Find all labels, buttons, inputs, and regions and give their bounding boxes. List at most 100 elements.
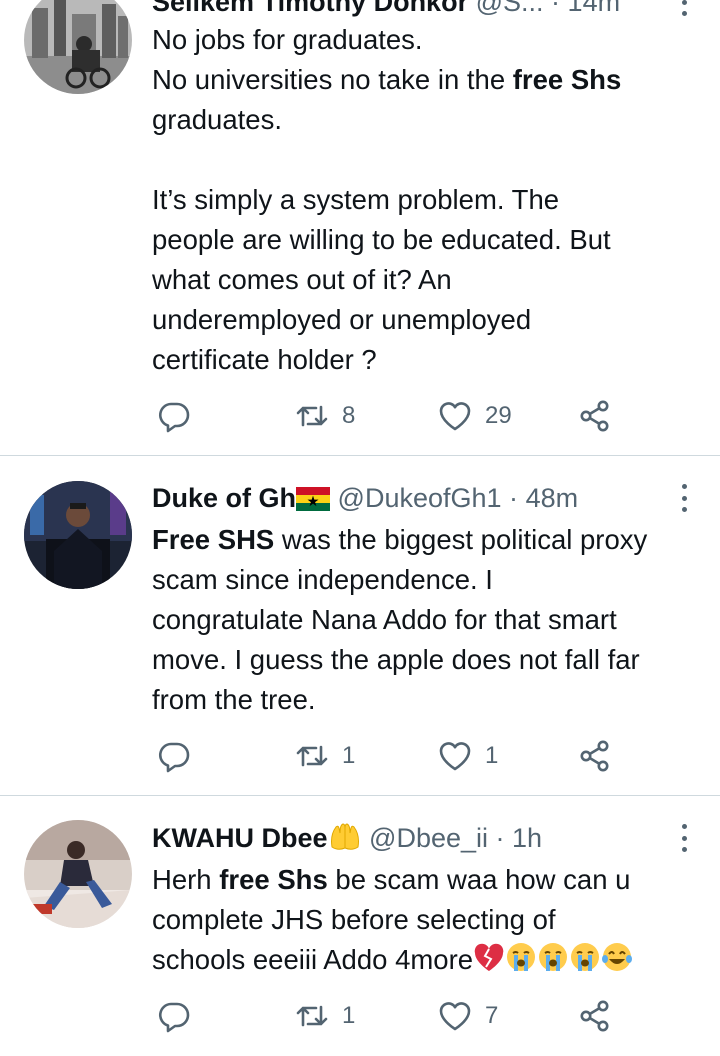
tweet-header: KWAHU Dbee @Dbee_ii · 1h [152, 818, 700, 858]
text-line: Free SHS was the biggest political proxy [152, 520, 702, 560]
more-dot [681, 847, 687, 852]
reply-icon [156, 998, 192, 1034]
more-options-button[interactable] [678, 820, 690, 856]
retweet-button[interactable]: 1 [294, 994, 355, 1038]
display-name[interactable]: Duke of Gh [152, 483, 296, 513]
text-line: No jobs for graduates. [152, 20, 702, 60]
share-button[interactable] [577, 994, 613, 1038]
timestamp[interactable]: 48m [526, 483, 579, 513]
more-vertical-icon [681, 824, 687, 829]
retweet-count: 1 [342, 1002, 356, 1029]
text-line: scam since independence. I [152, 560, 702, 600]
tweet-actions: 8 29 [152, 394, 632, 438]
text-run: No universities no take in the [152, 64, 513, 95]
text-run: Herh [152, 864, 220, 895]
more-vertical-icon [681, 484, 687, 489]
separator: · [509, 483, 519, 513]
like-count: 7 [485, 1002, 499, 1029]
bold-text: free Shs [219, 864, 328, 895]
tweet-text: No jobs for graduates. No universities n… [152, 20, 702, 380]
more-dot [681, 11, 687, 16]
tweet-actions: 1 1 [152, 734, 632, 778]
bold-text: Free SHS [152, 524, 275, 555]
tweet-1[interactable]: Selikem Timothy Donkor @S... · 14m No jo… [0, 0, 720, 456]
user-handle[interactable]: @Dbee_ii [369, 823, 488, 853]
text-line: from the tree. [152, 680, 702, 720]
text-run: what comes out of it? An [152, 264, 452, 295]
retweet-button[interactable]: 8 [294, 394, 355, 438]
text-line: complete JHS before selecting of [152, 900, 702, 940]
broken-heart-icon [473, 943, 505, 984]
more-dot [681, 495, 687, 501]
reply-icon [156, 738, 192, 774]
avatar[interactable] [24, 481, 132, 589]
text-run: move. I guess the apple does not fall fa… [152, 644, 640, 675]
raising-hands-icon [328, 821, 362, 858]
share-button[interactable] [577, 734, 613, 778]
text-line: Herh free Shs be scam waa how can u [152, 860, 702, 900]
text-run: was the biggest political proxy [274, 524, 648, 555]
like-button[interactable]: 29 [437, 394, 512, 438]
tweet-3[interactable]: KWAHU Dbee @Dbee_ii · 1h Herh free Shs b… [0, 796, 720, 1056]
like-count: 29 [485, 402, 512, 429]
timestamp[interactable]: 1h [512, 823, 542, 853]
share-icon [577, 738, 613, 774]
loudly-crying-face-icon [569, 941, 601, 984]
retweet-count: 1 [342, 742, 356, 769]
text-run: It’s simply a system problem. The [152, 184, 560, 215]
more-dot [681, 507, 687, 512]
tweet-header: Selikem Timothy Donkor @S... · 14m [152, 0, 700, 22]
like-button[interactable]: 1 [437, 734, 498, 778]
tweet-actions: 1 7 [152, 994, 632, 1038]
tweet-text: Free SHS was the biggest political proxy… [152, 520, 702, 720]
timestamp[interactable]: 14m [568, 0, 621, 17]
share-icon [577, 998, 613, 1034]
retweet-button[interactable]: 1 [294, 734, 355, 778]
text-line [152, 140, 702, 180]
display-name[interactable]: KWAHU Dbee [152, 823, 328, 853]
reply-button[interactable] [156, 394, 204, 438]
text-run: congratulate Nana Addo for that smart [152, 604, 617, 635]
text-run: underemployed or unemployed [152, 304, 532, 335]
tweet-2[interactable]: Duke of Gh @DukeofGh1 · 48m Free SHS was… [0, 456, 720, 796]
text-run: No jobs for graduates. [152, 24, 423, 55]
more-options-button[interactable] [678, 0, 690, 20]
user-handle[interactable]: @S... [476, 0, 544, 17]
loudly-crying-face-icon [505, 941, 537, 984]
like-button[interactable]: 7 [437, 994, 498, 1038]
text-line: It’s simply a system problem. The [152, 180, 702, 220]
retweet-icon [294, 738, 330, 774]
more-dot [681, 835, 687, 841]
retweet-icon [294, 398, 330, 434]
text-run: be scam waa how can u [327, 864, 631, 895]
share-button[interactable] [577, 394, 613, 438]
text-run: complete JHS before selecting of [152, 904, 556, 935]
display-name[interactable]: Selikem Timothy Donkor [152, 0, 468, 17]
user-handle[interactable]: @DukeofGh1 [338, 483, 502, 513]
reply-button[interactable] [156, 734, 204, 778]
share-icon [577, 398, 613, 434]
retweet-icon [294, 998, 330, 1034]
more-options-button[interactable] [678, 480, 690, 516]
separator: · [551, 0, 561, 17]
text-run: graduates. [152, 104, 282, 135]
avatar[interactable] [24, 0, 132, 94]
tweet-header: Duke of Gh @DukeofGh1 · 48m [152, 478, 700, 518]
heart-icon [437, 738, 473, 774]
like-count: 1 [485, 742, 499, 769]
loudly-crying-face-icon [537, 941, 569, 984]
tweet-text: Herh free Shs be scam waa how can u comp… [152, 860, 702, 980]
text-line: underemployed or unemployed [152, 300, 702, 340]
text-run: certificate holder ? [152, 344, 377, 375]
text-line: schools eeeiii Addo 4more [152, 940, 702, 980]
text-run: people are willing to be educated. But [152, 224, 611, 255]
text-run: from the tree. [152, 684, 316, 715]
ghana-flag-icon [296, 482, 331, 518]
reply-button[interactable] [156, 994, 204, 1038]
avatar[interactable] [24, 820, 132, 928]
text-run: schools eeeiii Addo 4more [152, 944, 474, 975]
text-line: what comes out of it? An [152, 260, 702, 300]
tears-of-joy-face-icon [601, 941, 633, 984]
more-dot [681, 0, 687, 5]
bold-text: free Shs [512, 64, 622, 95]
